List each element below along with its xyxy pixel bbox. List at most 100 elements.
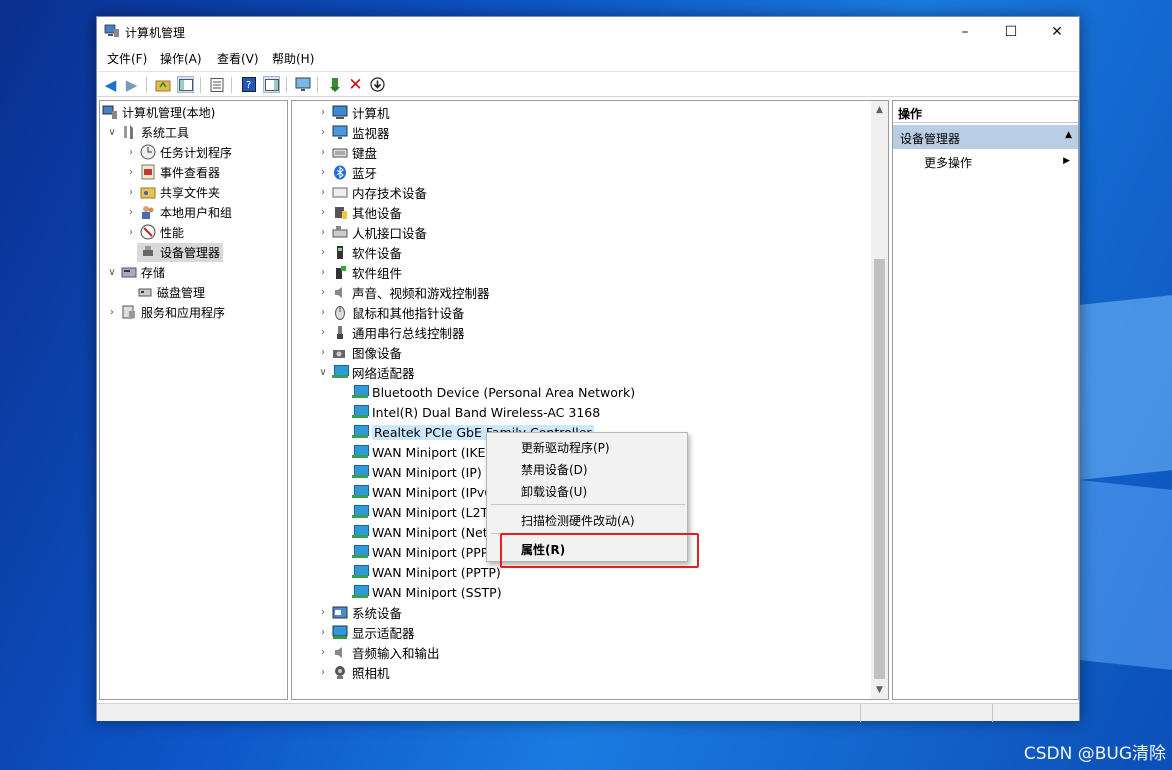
back-arrow-icon[interactable]: ◀ xyxy=(102,76,119,94)
device-category-monitors[interactable]: › 监视器 xyxy=(317,122,390,142)
menu-update-driver[interactable]: 更新驱动程序(P) xyxy=(521,439,610,456)
tree-performance[interactable]: › 性能 xyxy=(125,222,184,242)
forward-arrow-icon[interactable]: ▶ xyxy=(123,76,140,94)
chevron-right-icon[interactable]: › xyxy=(317,667,329,678)
chevron-right-icon[interactable]: › xyxy=(317,107,329,118)
download-circle-icon[interactable] xyxy=(369,76,386,93)
menu-disable-device[interactable]: 禁用设备(D) xyxy=(521,461,588,478)
tree-services-apps[interactable]: › 服务和应用程序 xyxy=(106,302,225,322)
vertical-scrollbar[interactable]: ▲ ▼ xyxy=(871,101,888,699)
uninstall-x-icon[interactable]: ✕ xyxy=(347,75,364,95)
chevron-right-icon[interactable]: › xyxy=(125,187,137,198)
svg-text:?: ? xyxy=(246,80,251,91)
tree-event-viewer[interactable]: › 事件查看器 xyxy=(125,162,220,182)
chevron-right-icon[interactable]: › xyxy=(317,287,329,298)
more-actions-link[interactable]: 更多操作 xyxy=(924,154,972,171)
device-category-other[interactable]: › 其他设备 xyxy=(317,202,402,222)
network-adapter-item[interactable]: Intel(R) Dual Band Wireless-AC 3168 xyxy=(352,402,600,422)
collapse-up-icon[interactable]: ▲ xyxy=(1065,130,1072,140)
chevron-right-icon[interactable]: › xyxy=(317,167,329,178)
chevron-right-icon[interactable]: › xyxy=(125,227,137,238)
update-driver-icon[interactable] xyxy=(326,76,343,93)
chevron-right-icon[interactable]: › xyxy=(125,207,137,218)
chevron-down-icon[interactable]: ∨ xyxy=(317,367,329,378)
scroll-thumb[interactable] xyxy=(874,259,885,679)
device-category-mice[interactable]: › 鼠标和其他指针设备 xyxy=(317,302,465,322)
network-adapter-item[interactable]: Bluetooth Device (Personal Area Network) xyxy=(352,382,635,402)
tree-storage[interactable]: ∨ 存储 xyxy=(106,262,165,282)
chevron-right-icon[interactable]: › xyxy=(317,607,329,618)
tree-shared-folders[interactable]: › 共享文件夹 xyxy=(125,182,220,202)
chevron-right-icon[interactable]: › xyxy=(317,627,329,638)
adapter-label: WAN Miniport (IPv6) xyxy=(372,484,498,500)
tree-local-users[interactable]: › 本地用户和组 xyxy=(125,202,232,222)
network-adapter-item[interactable]: WAN Miniport (SSTP) xyxy=(352,582,502,602)
tree-system-tools[interactable]: ∨ 系统工具 xyxy=(106,122,189,142)
chevron-right-icon[interactable]: › xyxy=(317,647,329,658)
menu-scan-hardware[interactable]: 扫描检测硬件改动(A) xyxy=(521,512,635,529)
chevron-right-icon[interactable]: › xyxy=(317,307,329,318)
close-button[interactable]: ✕ xyxy=(1034,17,1080,46)
device-category-memory[interactable]: › 内存技术设备 xyxy=(317,182,427,202)
device-category-cameras[interactable]: › 照相机 xyxy=(317,662,390,682)
device-category-bluetooth[interactable]: › 蓝牙 xyxy=(317,162,377,182)
action-pane-icon[interactable] xyxy=(263,76,280,93)
chevron-right-icon[interactable]: › xyxy=(317,147,329,158)
network-adapter-item[interactable]: WAN Miniport (L2TP) xyxy=(352,502,501,522)
device-category-label: 监视器 xyxy=(352,125,390,141)
console-tree-icon[interactable] xyxy=(177,76,194,93)
device-category-hid[interactable]: › 人机接口设备 xyxy=(317,222,427,242)
tree-root[interactable]: 计算机管理(本地) xyxy=(102,102,215,122)
menu-file[interactable]: 文件(F) xyxy=(107,50,147,67)
device-category-usb[interactable]: › 通用串行总线控制器 xyxy=(317,322,465,342)
device-category-display[interactable]: › 显示适配器 xyxy=(317,622,415,642)
tree-device-manager[interactable]: 设备管理器 xyxy=(137,242,224,262)
device-category-keyboards[interactable]: › 键盘 xyxy=(317,142,377,162)
help-icon[interactable]: ? xyxy=(240,76,257,93)
chevron-right-icon[interactable]: › xyxy=(317,347,329,358)
up-folder-icon[interactable] xyxy=(154,76,171,93)
adapter-label: Bluetooth Device (Personal Area Network) xyxy=(372,384,636,400)
network-adapter-item[interactable]: WAN Miniport (PPTP) xyxy=(352,562,501,582)
menu-help[interactable]: 帮助(H) xyxy=(272,50,314,67)
menu-uninstall-device[interactable]: 卸载设备(U) xyxy=(521,483,587,500)
adapter-label: WAN Miniport (SSTP) xyxy=(372,584,502,600)
chevron-right-icon[interactable]: › xyxy=(125,167,137,178)
device-category-imaging[interactable]: › 图像设备 xyxy=(317,342,402,362)
chevron-right-icon[interactable]: › xyxy=(317,187,329,198)
chevron-right-icon[interactable]: › xyxy=(317,127,329,138)
chevron-right-icon[interactable]: › xyxy=(125,147,137,158)
chevron-right-icon[interactable]: › xyxy=(317,327,329,338)
chevron-right-icon[interactable]: › xyxy=(106,307,118,318)
menu-view[interactable]: 查看(V) xyxy=(217,50,259,67)
network-adapter-item[interactable]: WAN Miniport (IKEv2) xyxy=(352,442,506,462)
device-category-network[interactable]: ∨ 网络适配器 xyxy=(317,362,415,382)
tree-disk-management[interactable]: 磁盘管理 xyxy=(137,282,205,302)
status-divider xyxy=(860,704,861,722)
device-category-computer[interactable]: › 计算机 xyxy=(317,102,390,122)
chevron-down-icon[interactable]: ∨ xyxy=(106,267,118,278)
chevron-right-icon[interactable]: › xyxy=(317,207,329,218)
monitor-icon[interactable] xyxy=(294,76,311,93)
chevron-right-icon[interactable]: › xyxy=(317,247,329,258)
chevron-right-icon[interactable]: › xyxy=(317,227,329,238)
device-category-audio-io[interactable]: › 音频输入和输出 xyxy=(317,642,440,662)
tree-label: 事件查看器 xyxy=(160,165,221,180)
scroll-down-icon[interactable]: ▼ xyxy=(871,681,888,698)
chevron-right-icon[interactable]: › xyxy=(317,267,329,278)
properties-sheet-icon[interactable] xyxy=(208,76,225,93)
network-adapter-item[interactable]: WAN Miniport (IPv6) xyxy=(352,482,497,502)
device-category-software-components[interactable]: › 软件组件 xyxy=(317,262,402,282)
minimize-button[interactable]: – xyxy=(942,17,988,46)
maximize-button[interactable]: ☐ xyxy=(988,17,1034,46)
tree-task-scheduler[interactable]: › 任务计划程序 xyxy=(125,142,232,162)
device-category-software-devices[interactable]: › 软件设备 xyxy=(317,242,402,262)
console-tree-pane: 计算机管理(本地) ∨ 系统工具 › 任务计划程序 › 事件查看器 › 共享文件… xyxy=(99,100,288,700)
chevron-down-icon[interactable]: ∨ xyxy=(106,127,118,138)
scroll-up-icon[interactable]: ▲ xyxy=(871,101,888,118)
device-category-sound[interactable]: › 声音、视频和游戏控制器 xyxy=(317,282,490,302)
menu-action[interactable]: 操作(A) xyxy=(160,50,202,67)
network-adapter-item[interactable]: WAN Miniport (IP) xyxy=(352,462,482,482)
actions-group-device-manager[interactable]: 设备管理器 ▲ xyxy=(893,125,1078,149)
device-category-system[interactable]: › 系统设备 xyxy=(317,602,402,622)
